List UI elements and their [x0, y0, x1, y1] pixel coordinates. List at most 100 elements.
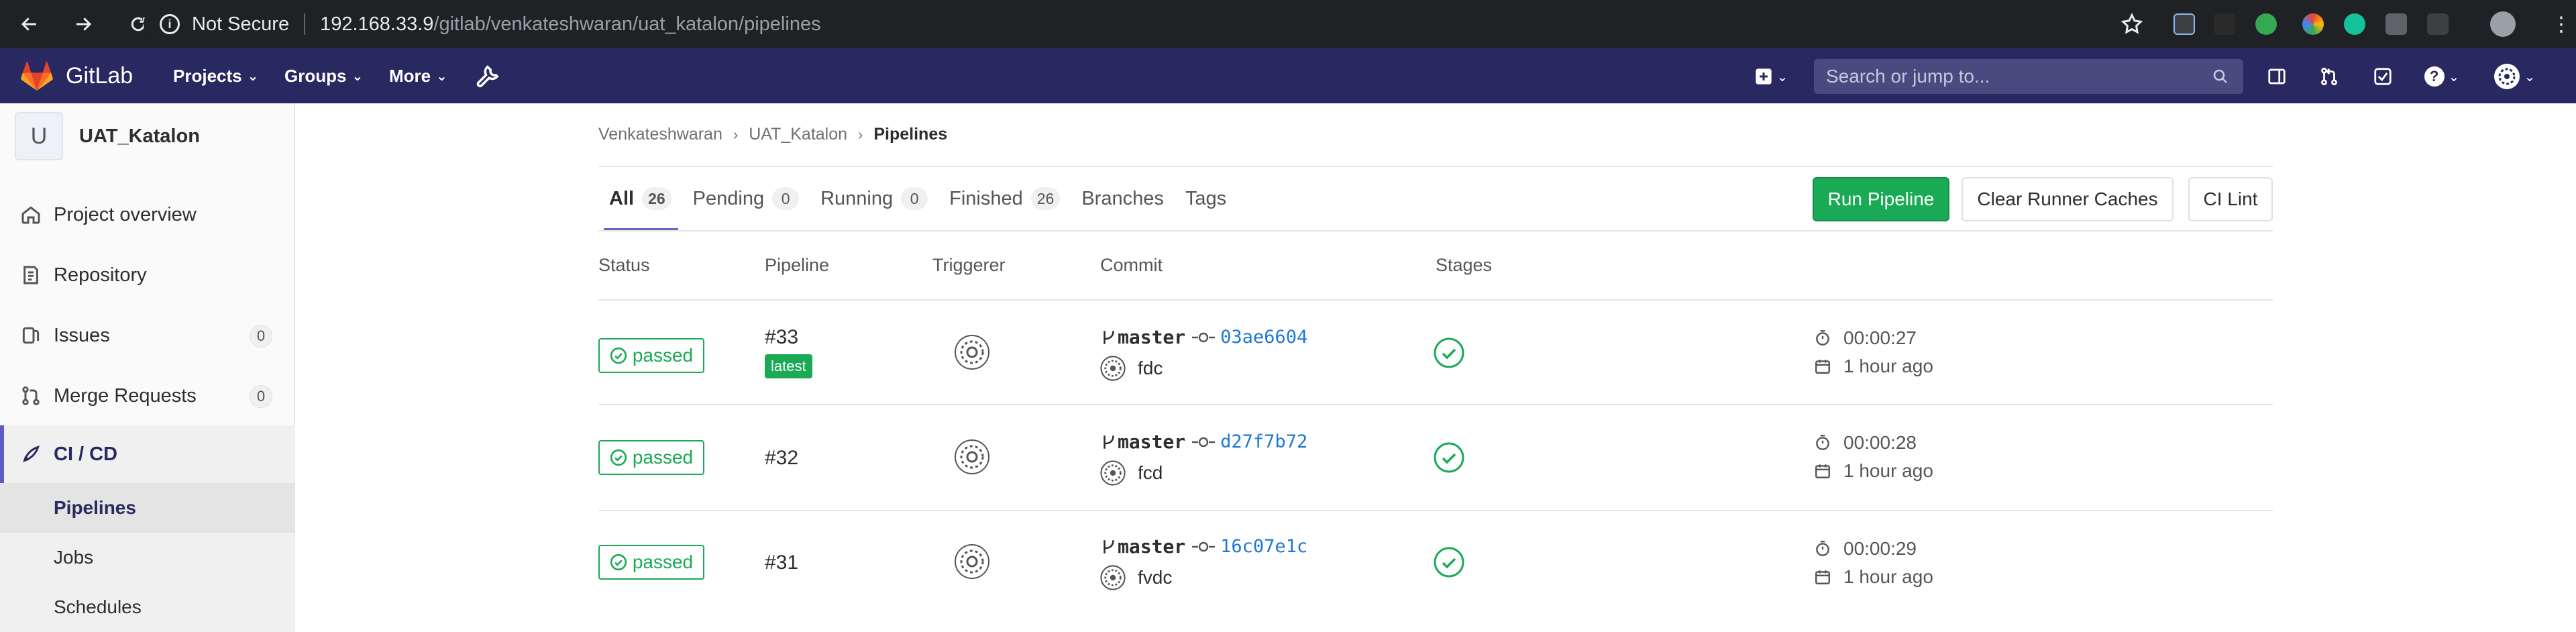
pipeline-id-link[interactable]: #31 [765, 551, 798, 574]
timer-icon [1816, 329, 1829, 346]
sidebar-item-ci-cd[interactable]: CI / CD [0, 425, 295, 483]
tab-count-badge: 0 [901, 187, 928, 210]
finished-value: 1 hour ago [1843, 356, 1933, 376]
gitlab-header: GitLab Projects ⌄ Groups ⌄ More ⌄ ⌄ Search … [0, 48, 2576, 103]
clear-runner-caches-button[interactable]: Clear Runner Caches [1962, 177, 2174, 221]
commit-ref: master d27f7b72 [1100, 431, 1307, 453]
tab-branches[interactable]: Branches [1081, 166, 1164, 231]
commit-title-link[interactable]: fcd [1138, 462, 1163, 484]
sidebar-subitem-schedules[interactable]: Schedules [0, 582, 295, 632]
back-icon[interactable] [16, 11, 43, 38]
grammarly-icon[interactable] [2344, 13, 2365, 35]
help-icon[interactable]: ? ⌄ [2418, 64, 2466, 89]
stage-success-icon[interactable] [1433, 441, 1465, 474]
calendar-icon [1815, 570, 1830, 584]
stage-success-icon[interactable] [1433, 546, 1465, 578]
tab-running[interactable]: Running 0 [820, 166, 928, 231]
pipeline-id-link[interactable]: #32 [765, 447, 798, 470]
branch-name-link[interactable]: master [1118, 326, 1185, 348]
breadcrumb: Venkateshwaran › UAT_Katalon › Pipelines [598, 125, 947, 144]
breadcrumb-current[interactable]: Pipelines [873, 125, 947, 144]
project-header[interactable]: U UAT_Katalon [0, 103, 294, 169]
extension-dark-icon[interactable] [2214, 13, 2235, 35]
commit-title-link[interactable]: fvdc [1138, 567, 1172, 588]
merge-requests-count-badge: 0 [250, 385, 272, 408]
author-avatar[interactable] [1100, 460, 1126, 486]
status-badge[interactable]: passed [598, 440, 704, 475]
sidebar-item-project-overview[interactable]: Project overview [0, 188, 295, 242]
search-input[interactable]: Search or jump to... [1814, 59, 2243, 94]
browser-profile-avatar[interactable] [2490, 11, 2516, 37]
chevron-down-icon: ⌄ [436, 69, 447, 84]
breadcrumb-user[interactable]: Venkateshwaran [598, 125, 722, 144]
commit-sha-link[interactable]: 03ae6604 [1220, 327, 1307, 348]
gitlab-brand[interactable]: GitLab [66, 63, 133, 89]
calendar-icon [1815, 360, 1830, 374]
address-bar[interactable]: i Not Secure 192.168.33.9 /gitlab/venkat… [144, 6, 2149, 42]
tab-all[interactable]: All 26 [604, 166, 678, 231]
status-badge[interactable]: passed [598, 545, 704, 580]
commit-sha-link[interactable]: d27f7b72 [1220, 431, 1307, 452]
sidebar-item-issues[interactable]: Issues 0 [0, 309, 295, 362]
stage-success-icon[interactable] [1433, 337, 1465, 369]
commit-ref: master 03ae6604 [1100, 326, 1307, 348]
user-avatar-icon[interactable]: ⌄ [2489, 64, 2540, 89]
tab-count-badge: 0 [772, 187, 800, 210]
forward-icon[interactable] [70, 11, 97, 38]
todos-icon[interactable] [2371, 64, 2395, 89]
author-avatar[interactable] [1100, 565, 1126, 590]
column-header-commit: Commit [1100, 255, 1163, 275]
admin-wrench-icon[interactable] [475, 63, 500, 89]
branch-name-link[interactable]: master [1118, 535, 1185, 558]
pipeline-id-link[interactable]: #33 [765, 326, 798, 349]
extension-shield-icon[interactable] [2385, 13, 2407, 35]
extension-grid-icon[interactable] [2427, 13, 2449, 35]
gitlab-logo-icon[interactable] [20, 62, 54, 91]
timer-icon [1816, 434, 1829, 450]
sidebar-toggle-icon[interactable] [2265, 64, 2289, 89]
info-icon[interactable]: i [160, 14, 180, 34]
triggerer-avatar[interactable] [954, 334, 990, 370]
sidebar-item-label: Repository [54, 264, 147, 286]
sidebar-item-label: Merge Requests [54, 384, 197, 407]
search-placeholder: Search or jump to... [1826, 66, 1990, 87]
triggerer-avatar[interactable] [954, 543, 990, 580]
tab-label: Pending [692, 187, 765, 209]
extension-green-icon[interactable] [2255, 13, 2277, 35]
sidebar-item-repository[interactable]: Repository [0, 248, 295, 302]
sidebar-subitem-jobs[interactable]: Jobs [0, 533, 295, 582]
sidebar-item-merge-requests[interactable]: Merge Requests 0 [0, 369, 295, 423]
status-badge[interactable]: passed [598, 338, 704, 373]
breadcrumb-project[interactable]: UAT_Katalon [749, 125, 847, 144]
address-divider [304, 13, 306, 35]
finished-value: 1 hour ago [1843, 566, 1933, 587]
merge-requests-icon[interactable] [2317, 64, 2341, 89]
extension-color-wheel-icon[interactable] [2302, 13, 2324, 35]
nav-projects[interactable]: Projects ⌄ [173, 66, 258, 87]
commit-sha-link[interactable]: 16c07e1c [1220, 536, 1307, 557]
nav-more-label: More [389, 66, 431, 86]
duration-value: 00:00:27 [1843, 327, 1917, 348]
extension-list-icon[interactable] [2174, 13, 2195, 35]
pipeline-duration: 00:00:28 [1814, 432, 1917, 454]
table-row: passed #33 latest master 03ae6604 fdc 00… [598, 301, 2273, 405]
run-pipeline-button[interactable]: Run Pipeline [1813, 177, 1949, 221]
browser-menu-icon[interactable]: ⋮ [2548, 11, 2575, 38]
commit-title-link[interactable]: fdc [1138, 358, 1163, 379]
nav-groups[interactable]: Groups ⌄ [284, 66, 363, 87]
tab-finished[interactable]: Finished 26 [949, 166, 1061, 231]
pipeline-finished-at: 1 hour ago [1814, 566, 1933, 588]
sidebar-subitem-pipelines[interactable]: Pipelines [0, 483, 295, 533]
tab-pending[interactable]: Pending 0 [692, 166, 800, 231]
divider [598, 230, 2273, 231]
nav-more[interactable]: More ⌄ [389, 66, 447, 87]
issues-count-badge: 0 [250, 325, 272, 348]
branch-name-link[interactable]: master [1118, 431, 1185, 453]
author-avatar[interactable] [1100, 356, 1126, 381]
ci-lint-button[interactable]: CI Lint [2188, 177, 2273, 221]
triggerer-avatar[interactable] [954, 439, 990, 475]
timer-icon [1816, 540, 1829, 556]
new-item-icon[interactable]: ⌄ [1747, 64, 1795, 89]
bookmark-star-icon[interactable] [2120, 12, 2144, 36]
tab-tags[interactable]: Tags [1185, 166, 1226, 231]
